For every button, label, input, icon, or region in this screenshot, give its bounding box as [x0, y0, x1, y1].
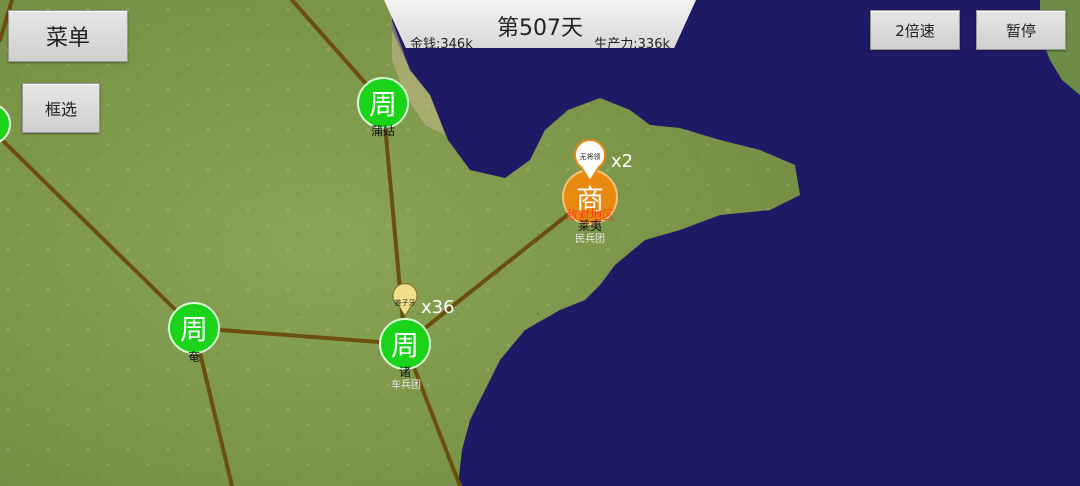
city-name: 诸: [399, 365, 411, 379]
city-faction: 周: [391, 329, 419, 362]
city-unit: 车兵团: [391, 378, 421, 391]
speed-button[interactable]: 2倍速: [870, 10, 960, 50]
city-faction: 周: [369, 88, 397, 121]
world-map[interactable]: 周 蒲姑 周 奄 周 诸 车兵团 姜子牙 x36 商 敌对地区 莱夷 民兵团 无…: [0, 0, 1080, 486]
city-unit: 民兵团: [575, 232, 605, 245]
menu-button[interactable]: 菜单: [8, 10, 128, 62]
army-general: 姜子牙: [395, 298, 416, 307]
army-general: 无将领: [580, 152, 601, 161]
city-name: 奄: [188, 350, 200, 364]
city-faction: 周: [180, 313, 208, 346]
pause-button[interactable]: 暂停: [976, 10, 1066, 50]
box-select-button[interactable]: 框选: [22, 83, 100, 133]
army-count: x2: [611, 151, 633, 172]
status-panel: 第507天 金钱:346k 生产力:336k: [384, 0, 696, 48]
city-name: 莱夷: [578, 218, 602, 233]
city-name: 蒲姑: [371, 124, 395, 138]
army-count: x36: [421, 297, 455, 318]
